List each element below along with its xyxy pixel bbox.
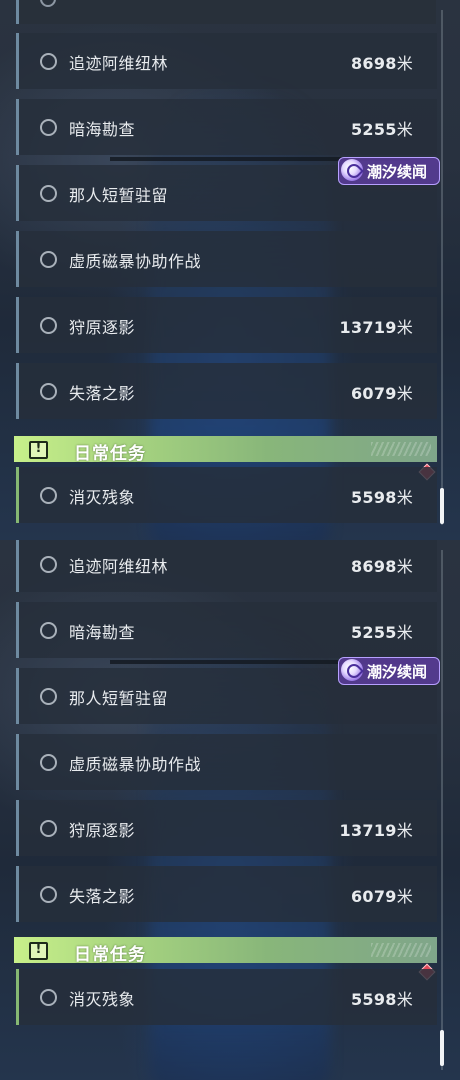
quest-status-ring-icon bbox=[40, 317, 57, 334]
quest-distance: 13719米 bbox=[339, 318, 413, 337]
quest-status-ring-icon bbox=[40, 989, 57, 1006]
quest-item-dark-sea-survey[interactable]: 暗海勘查 5255米 bbox=[16, 99, 437, 155]
quest-status-ring-icon bbox=[40, 119, 57, 136]
quest-distance: 8698米 bbox=[350, 54, 413, 73]
quest-distance: 6079米 bbox=[350, 887, 413, 906]
quest-item-partial[interactable] bbox=[16, 0, 436, 24]
exclamation-box-icon bbox=[29, 942, 48, 960]
quest-status-ring-icon bbox=[40, 185, 57, 202]
quest-item-lost-shadow[interactable]: 失落之影 6079米 bbox=[16, 363, 437, 419]
item-accent bbox=[16, 800, 19, 856]
quest-title: 追迹阿维纽林 bbox=[69, 54, 169, 73]
quest-item-hunting-shadow[interactable]: 狩原逐影 13719米 bbox=[16, 297, 437, 353]
quest-distance: 5255米 bbox=[350, 623, 413, 642]
daily-quests-header[interactable]: 日常任务 bbox=[14, 436, 437, 464]
quest-status-ring-icon bbox=[40, 886, 57, 903]
scrollbar-thumb[interactable] bbox=[440, 1030, 444, 1066]
quest-item-lost-shadow[interactable]: 失落之影 6079米 bbox=[16, 866, 437, 922]
quest-item-track-avinilyn[interactable]: 追迹阿维纽林 8698米 bbox=[16, 540, 437, 592]
quest-title: 虚质磁暴协助作战 bbox=[69, 755, 202, 774]
header-decoration bbox=[371, 943, 431, 957]
quest-item-storm-support[interactable]: 虚质磁暴协助作战 bbox=[16, 231, 437, 287]
item-accent bbox=[16, 969, 19, 1025]
quest-item-track-avinilyn[interactable]: 追迹阿维纽林 8698米 bbox=[16, 33, 437, 89]
item-accent bbox=[16, 165, 19, 221]
quest-title: 虚质磁暴协助作战 bbox=[69, 252, 202, 271]
item-accent bbox=[16, 734, 19, 790]
quest-distance: 13719米 bbox=[339, 821, 413, 840]
quest-status-ring-icon bbox=[40, 820, 57, 837]
tidal-emblem-icon bbox=[341, 159, 363, 181]
quest-title: 狩原逐影 bbox=[69, 318, 136, 337]
item-accent bbox=[16, 540, 19, 592]
quest-item-hunting-shadow[interactable]: 狩原逐影 13719米 bbox=[16, 800, 437, 856]
tidal-news-badge[interactable]: 潮汐续闻 bbox=[338, 157, 440, 185]
daily-header-label: 日常任务 bbox=[74, 945, 146, 965]
quest-status-ring-icon bbox=[40, 53, 57, 70]
item-accent bbox=[16, 33, 19, 89]
quest-distance: 5598米 bbox=[350, 990, 413, 1009]
quest-distance: 8698米 bbox=[350, 557, 413, 576]
quest-title: 暗海勘查 bbox=[69, 120, 136, 139]
daily-item-eliminate-echo[interactable]: 消灭残象 5598米 bbox=[16, 969, 437, 1025]
tidal-news-badge[interactable]: 潮汐续闻 bbox=[338, 657, 440, 685]
quest-list-panel: 追迹阿维纽林 8698米 暗海勘查 5255米 那人短暂驻留 潮汐续闻 虚质磁暴… bbox=[0, 0, 460, 540]
quest-distance: 5598米 bbox=[350, 488, 413, 507]
item-accent bbox=[16, 0, 19, 24]
quest-title: 暗海勘查 bbox=[69, 623, 136, 642]
quest-list-panel: 追迹阿维纽林 8698米 暗海勘查 5255米 那人短暂驻留 潮汐续闻 虚质磁暴… bbox=[0, 540, 460, 1080]
quest-distance: 5255米 bbox=[350, 120, 413, 139]
item-accent bbox=[16, 467, 19, 523]
item-accent bbox=[16, 602, 19, 658]
daily-quests-header[interactable]: 日常任务 bbox=[14, 937, 437, 965]
quest-status-ring-icon bbox=[40, 383, 57, 400]
quest-item-storm-support[interactable]: 虚质磁暴协助作战 bbox=[16, 734, 437, 790]
item-accent bbox=[16, 231, 19, 287]
scrollbar-track[interactable] bbox=[441, 10, 443, 525]
quest-title: 消灭残象 bbox=[69, 488, 136, 507]
quest-status-ring-icon bbox=[40, 0, 56, 7]
quest-distance: 6079米 bbox=[350, 384, 413, 403]
quest-status-ring-icon bbox=[40, 556, 57, 573]
quest-item-dark-sea-survey[interactable]: 暗海勘查 5255米 bbox=[16, 602, 437, 658]
tidal-emblem-icon bbox=[341, 659, 363, 681]
quest-status-ring-icon bbox=[40, 754, 57, 771]
item-accent bbox=[16, 363, 19, 419]
quest-title: 那人短暂驻留 bbox=[69, 186, 169, 205]
quest-status-ring-icon bbox=[40, 487, 57, 504]
item-accent bbox=[16, 668, 19, 724]
badge-label: 潮汐续闻 bbox=[367, 663, 428, 681]
scrollbar-thumb[interactable] bbox=[440, 488, 444, 524]
daily-header-label: 日常任务 bbox=[74, 444, 146, 464]
exclamation-box-icon bbox=[29, 441, 48, 459]
badge-label: 潮汐续闻 bbox=[367, 163, 428, 181]
item-accent bbox=[16, 866, 19, 922]
quest-status-ring-icon bbox=[40, 622, 57, 639]
quest-status-ring-icon bbox=[40, 688, 57, 705]
quest-title: 失落之影 bbox=[69, 887, 136, 906]
quest-status-ring-icon bbox=[40, 251, 57, 268]
quest-title: 狩原逐影 bbox=[69, 821, 136, 840]
scrollbar-track[interactable] bbox=[441, 550, 443, 1070]
daily-item-eliminate-echo[interactable]: 消灭残象 5598米 bbox=[16, 467, 437, 523]
quest-title: 那人短暂驻留 bbox=[69, 689, 169, 708]
header-decoration bbox=[371, 442, 431, 456]
quest-title: 消灭残象 bbox=[69, 990, 136, 1009]
quest-title: 追迹阿维纽林 bbox=[69, 557, 169, 576]
item-accent bbox=[16, 297, 19, 353]
quest-title: 失落之影 bbox=[69, 384, 136, 403]
item-accent bbox=[16, 99, 19, 155]
